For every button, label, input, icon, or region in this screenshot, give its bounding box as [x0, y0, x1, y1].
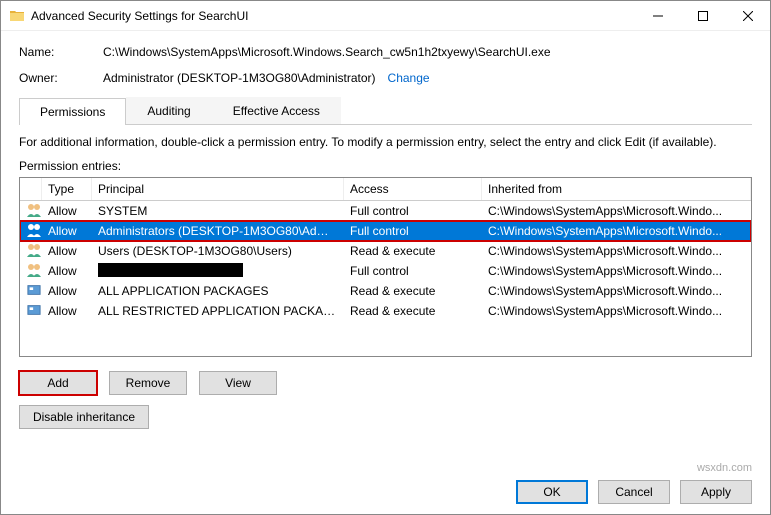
row-icon [20, 221, 42, 242]
table-row[interactable]: Allow Users (DESKTOP-1M3OG80\Users) Read &… [20, 241, 751, 261]
cell-principal: ALL RESTRICTED APPLICATION PACKAGES [98, 304, 344, 318]
column-principal[interactable]: Principal [92, 178, 344, 200]
folder-icon [9, 8, 25, 24]
minimize-button[interactable] [635, 1, 680, 31]
titlebar: Advanced Security Settings for SearchUI [1, 1, 770, 31]
tab-bar: Permissions Auditing Effective Access [19, 97, 752, 125]
name-value: C:\Windows\SystemApps\Microsoft.Windows.… [103, 45, 551, 59]
cell-inherited: C:\Windows\SystemApps\Microsoft.Windo... [482, 302, 751, 320]
row-icon [20, 261, 42, 282]
cancel-button[interactable]: Cancel [598, 480, 670, 504]
remove-button[interactable]: Remove [109, 371, 187, 395]
redacted-principal [98, 263, 243, 277]
cell-access: Read & execute [344, 282, 482, 300]
dialog-footer: OK Cancel Apply [516, 480, 752, 504]
info-text: For additional information, double-click… [19, 135, 752, 149]
table-row[interactable]: Allow Administrators (DESKTOP-1M3OG80\Adm… [20, 221, 751, 241]
view-button[interactable]: View [199, 371, 277, 395]
cell-inherited: C:\Windows\SystemApps\Microsoft.Windo... [482, 202, 751, 220]
cell-principal: ALL APPLICATION PACKAGES [98, 284, 269, 298]
permission-table: Type Principal Access Inherited from All… [19, 177, 752, 357]
watermark: wsxdn.com [697, 462, 752, 474]
cell-access: Read & execute [344, 302, 482, 320]
cell-access: Full control [344, 222, 482, 240]
cell-access: Read & execute [344, 242, 482, 260]
add-button[interactable]: Add [19, 371, 97, 395]
change-owner-link[interactable]: Change [388, 71, 430, 85]
cell-principal: Administrators (DESKTOP-1M3OG80\Admi... [98, 224, 339, 238]
table-row[interactable]: Allow ALL RESTRICTED APPLICATION PACKAGES… [20, 301, 751, 321]
column-inherited[interactable]: Inherited from [482, 178, 751, 200]
row-icon [20, 281, 42, 302]
column-icon[interactable] [20, 178, 42, 200]
table-header: Type Principal Access Inherited from [20, 178, 751, 201]
column-access[interactable]: Access [344, 178, 482, 200]
entries-label: Permission entries: [19, 159, 752, 173]
cell-type: Allow [42, 282, 92, 300]
cell-type: Allow [42, 242, 92, 260]
tab-auditing[interactable]: Auditing [126, 97, 211, 124]
cell-inherited: C:\Windows\SystemApps\Microsoft.Windo... [482, 282, 751, 300]
cell-access: Full control [344, 262, 482, 280]
row-icon [20, 301, 42, 322]
table-row[interactable]: Allow SYSTEM Full controlC:\Windows\System… [20, 201, 751, 221]
cell-access: Full control [344, 202, 482, 220]
table-row[interactable]: Allow Full controlC:\Windows\SystemApps\M… [20, 261, 751, 281]
row-icon [20, 241, 42, 262]
owner-label: Owner: [19, 71, 103, 85]
window-title: Advanced Security Settings for SearchUI [31, 9, 635, 23]
row-icon [20, 201, 42, 222]
name-label: Name: [19, 45, 103, 59]
tab-permissions[interactable]: Permissions [19, 98, 126, 125]
maximize-button[interactable] [680, 1, 725, 31]
cell-type: Allow [42, 302, 92, 320]
apply-button[interactable]: Apply [680, 480, 752, 504]
tab-effective-access[interactable]: Effective Access [212, 97, 341, 124]
ok-button[interactable]: OK [516, 480, 588, 504]
cell-principal: SYSTEM [98, 204, 147, 218]
cell-type: Allow [42, 262, 92, 280]
disable-inheritance-button[interactable]: Disable inheritance [19, 405, 149, 429]
table-row[interactable]: Allow ALL APPLICATION PACKAGES Read & exec… [20, 281, 751, 301]
cell-inherited: C:\Windows\SystemApps\Microsoft.Windo... [482, 222, 751, 240]
cell-principal: Users (DESKTOP-1M3OG80\Users) [98, 244, 292, 258]
cell-type: Allow [42, 202, 92, 220]
owner-value: Administrator (DESKTOP-1M3OG80\Administr… [103, 71, 376, 85]
cell-inherited: C:\Windows\SystemApps\Microsoft.Windo... [482, 242, 751, 260]
cell-inherited: C:\Windows\SystemApps\Microsoft.Windo... [482, 262, 751, 280]
cell-type: Allow [42, 222, 92, 240]
column-type[interactable]: Type [42, 178, 92, 200]
close-button[interactable] [725, 1, 770, 31]
